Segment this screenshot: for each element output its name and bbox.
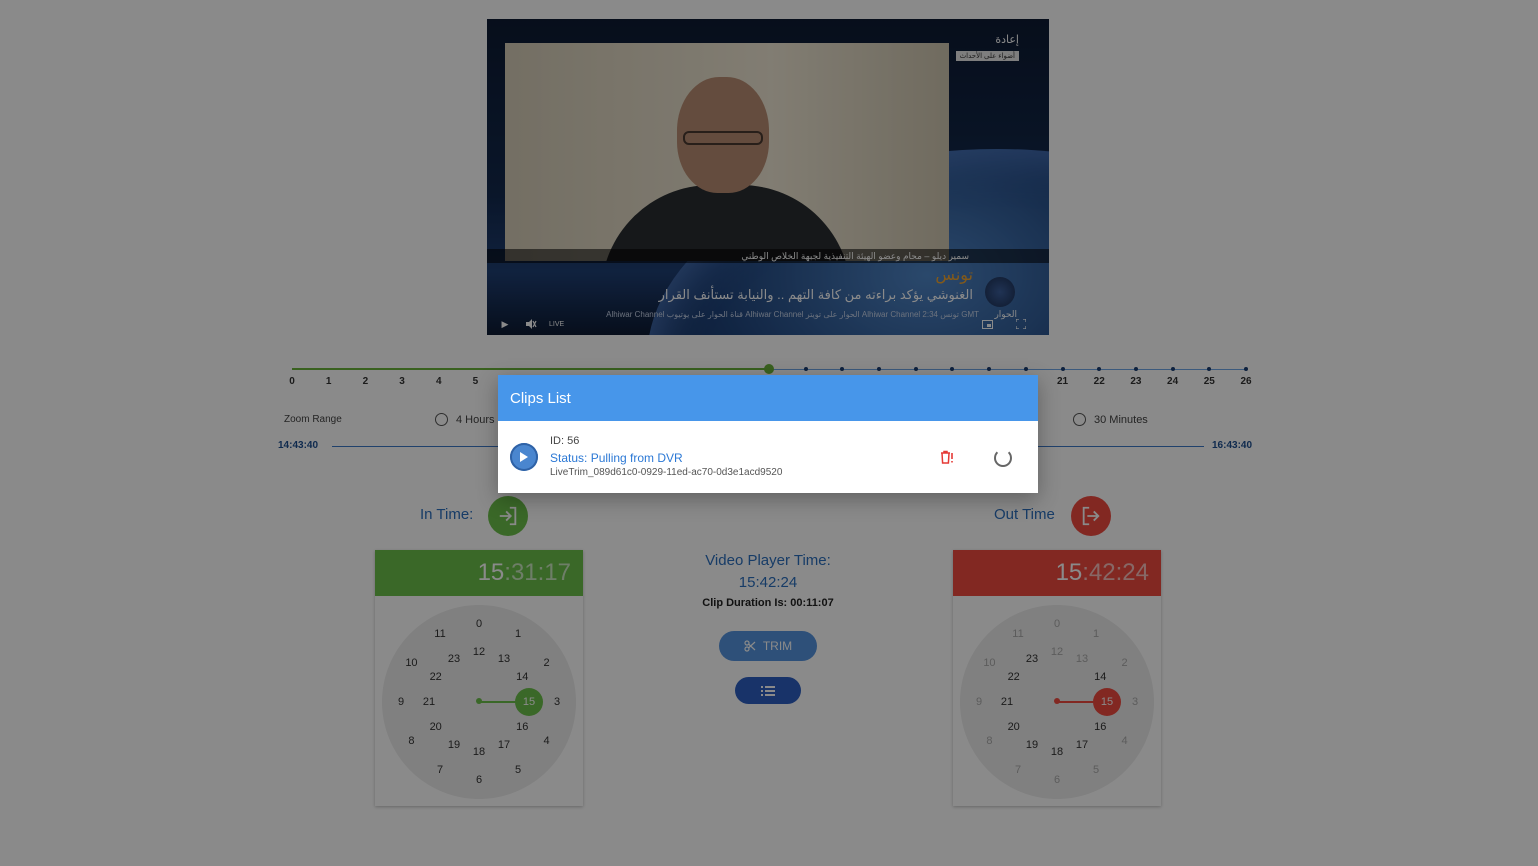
clip-id: ID: 56 (550, 435, 580, 447)
clip-play-button[interactable] (510, 443, 538, 471)
clip-list-item: ID: 56 Status: Pulling from DVR LiveTrim… (498, 429, 1038, 489)
delete-alert-icon (941, 450, 953, 464)
modal-title: Clips List (498, 375, 1038, 421)
clip-status: Status: Pulling from DVR (550, 451, 683, 465)
clip-file-name: LiveTrim_089d61c0-0929-11ed-ac70-0d3e1ac… (550, 467, 783, 478)
clips-list-modal: Clips List ID: 56 Status: Pulling from D… (498, 375, 1038, 493)
loading-spinner-icon (994, 449, 1012, 467)
page: إعادة أضواء على الأحداث سمير ديلو – محام… (0, 0, 1538, 866)
clip-delete-button[interactable] (938, 449, 956, 467)
play-icon (520, 452, 528, 462)
